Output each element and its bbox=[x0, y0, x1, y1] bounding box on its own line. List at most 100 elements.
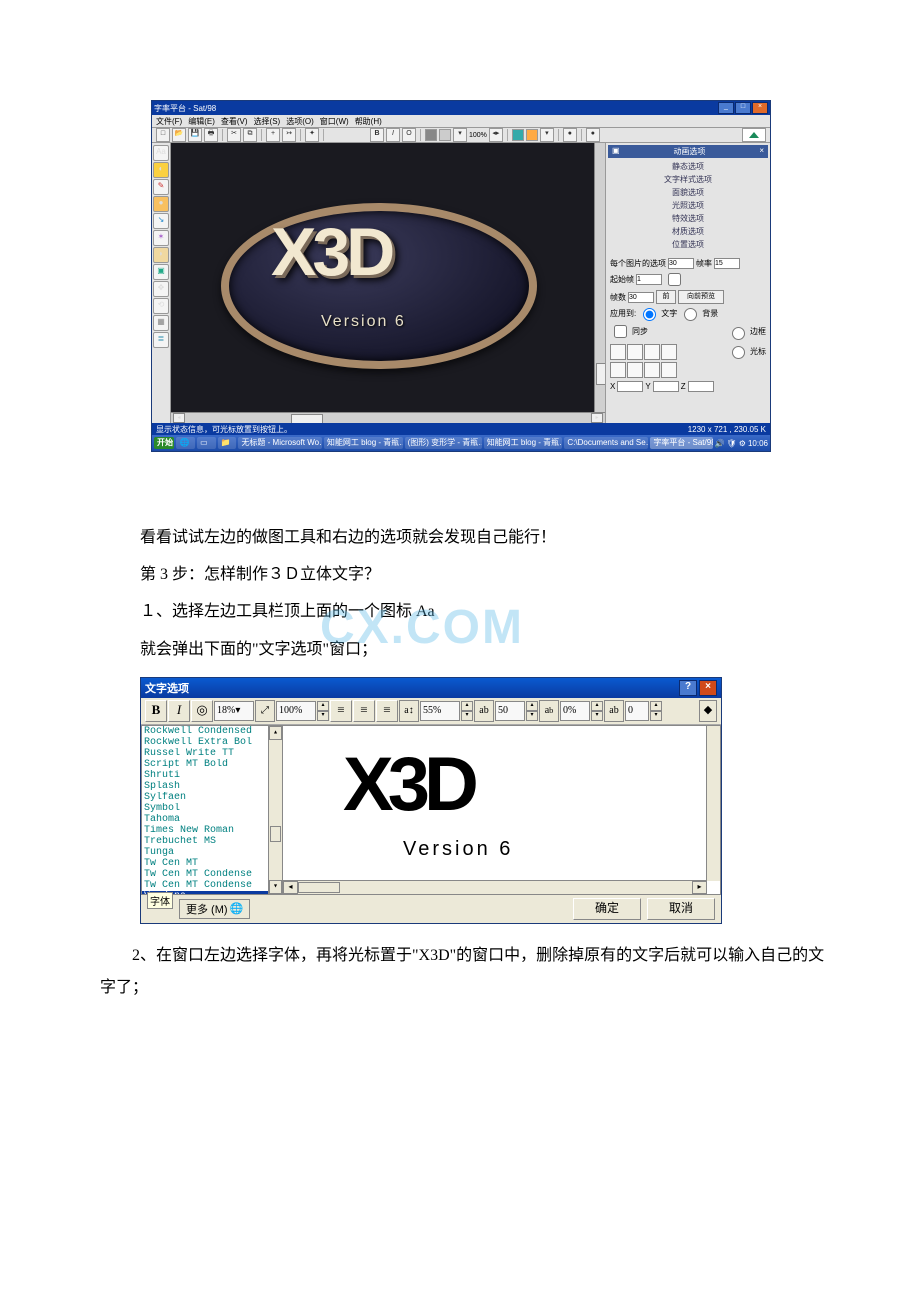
text-preview[interactable]: X3D Version 6 ◂▸ bbox=[283, 725, 721, 895]
startframe-input[interactable] bbox=[636, 274, 662, 285]
panel-item-static[interactable]: 静态选项 bbox=[608, 160, 768, 173]
coord-z-input[interactable] bbox=[688, 381, 714, 392]
tb-fill-swatch[interactable] bbox=[425, 129, 437, 141]
tb-drop3-icon[interactable]: ● bbox=[563, 128, 577, 142]
tb-stroke-swatch[interactable] bbox=[439, 129, 451, 141]
font-list-scrollbar[interactable]: ▴▾ bbox=[268, 726, 282, 894]
menu-edit[interactable]: 编辑(E) bbox=[188, 116, 215, 127]
font-option[interactable]: Trebuchet MS bbox=[142, 836, 282, 847]
panel-toggle-icon[interactable]: ▣ bbox=[612, 146, 620, 157]
menu-help[interactable]: 帮助(H) bbox=[355, 116, 382, 127]
font-option[interactable]: Tw Cen MT Condense bbox=[142, 869, 282, 880]
menu-file[interactable]: 文件(F) bbox=[156, 116, 182, 127]
track-input[interactable]: 50 bbox=[495, 701, 525, 721]
menu-options[interactable]: 选项(O) bbox=[286, 116, 314, 127]
border-radio[interactable] bbox=[732, 327, 745, 340]
bold-button[interactable]: B bbox=[145, 700, 167, 722]
magic-tool-icon[interactable]: ✶ bbox=[153, 230, 169, 246]
tray-icon-2[interactable]: 🛡 bbox=[727, 439, 737, 448]
cursor-radio[interactable] bbox=[732, 346, 745, 359]
sync-checkbox[interactable] bbox=[614, 325, 627, 338]
apply-text-radio[interactable] bbox=[643, 308, 656, 321]
tb-copy-icon[interactable]: ⧉ bbox=[243, 128, 257, 142]
sub-input[interactable]: 0% bbox=[560, 701, 590, 721]
tb-plus-icon[interactable]: + bbox=[266, 128, 280, 142]
layers-tool-icon[interactable]: ≣ bbox=[153, 332, 169, 348]
outline-button[interactable]: ◎ bbox=[191, 700, 213, 722]
tb-new-icon[interactable]: □ bbox=[156, 128, 170, 142]
font-option[interactable]: Sylfaen bbox=[142, 792, 282, 803]
more-fonts-button[interactable]: 更多 (M)🌐 bbox=[179, 899, 250, 919]
ql-ie-icon[interactable]: 🌐 bbox=[176, 437, 195, 449]
canvas-hscroll[interactable]: ◂ ▸ bbox=[171, 412, 605, 423]
move-tool-icon[interactable]: ✥ bbox=[153, 281, 169, 297]
preview-hscroll[interactable]: ◂▸ bbox=[283, 880, 707, 894]
font-option[interactable]: Tahoma bbox=[142, 814, 282, 825]
canvas[interactable]: X3D Version 6 ◂ ▸ bbox=[171, 143, 605, 423]
menu-select[interactable]: 选择(S) bbox=[254, 116, 281, 127]
font-option[interactable]: Rockwell Condensed bbox=[142, 726, 282, 737]
font-option[interactable]: Symbol bbox=[142, 803, 282, 814]
ql-folder-icon[interactable]: 📁 bbox=[218, 437, 237, 449]
size-select[interactable]: 18% ▾ bbox=[214, 701, 254, 721]
prev-nav-button[interactable]: ◆ bbox=[699, 700, 717, 722]
panel-item-light[interactable]: 光照选项 bbox=[608, 199, 768, 212]
sub-spinner[interactable]: ▴▾ bbox=[591, 701, 603, 721]
taskbar-item-1[interactable]: 无标题 - Microsoft Wo… bbox=[238, 437, 321, 449]
align-right-button[interactable]: ≡ bbox=[376, 700, 398, 722]
tb-dropdown-icon[interactable]: ▾ bbox=[453, 128, 467, 142]
taskbar-item-3[interactable]: (图形) 变形学 - 青瓶… bbox=[405, 437, 482, 449]
kern-spinner[interactable]: ▴▾ bbox=[461, 701, 473, 721]
italic-button[interactable]: I bbox=[168, 700, 190, 722]
panel-item-effect[interactable]: 特效选项 bbox=[608, 212, 768, 225]
start-button[interactable]: 开始 bbox=[154, 437, 174, 449]
coord-x-input[interactable] bbox=[617, 381, 643, 392]
preset-7[interactable] bbox=[644, 362, 660, 378]
taskbar-item-5[interactable]: C:\Documents and Se… bbox=[564, 437, 648, 449]
rotate-tool-icon[interactable]: ⟲ bbox=[153, 298, 169, 314]
canvas-vscroll[interactable] bbox=[594, 143, 605, 413]
color-tool-icon[interactable]: ◐ bbox=[153, 162, 169, 178]
preview-vscroll[interactable] bbox=[706, 726, 720, 881]
brush-tool-icon[interactable]: ✎ bbox=[153, 179, 169, 195]
tb-open-icon[interactable]: 📂 bbox=[172, 128, 186, 142]
font-option[interactable]: Script MT Bold bbox=[142, 759, 282, 770]
align-center-button[interactable]: ≡ bbox=[353, 700, 375, 722]
preview-button[interactable]: 向前预览 bbox=[678, 290, 724, 304]
dialog-help-button[interactable]: ? bbox=[679, 680, 697, 696]
panel-item-position[interactable]: 位置选项 bbox=[608, 238, 768, 251]
font-option[interactable]: Times New Roman bbox=[142, 825, 282, 836]
tb-arrow-icon[interactable]: ↣ bbox=[282, 128, 296, 142]
cube-tool-icon[interactable]: ▣ bbox=[153, 264, 169, 280]
menu-view[interactable]: 查看(V) bbox=[221, 116, 248, 127]
tb-drop2-icon[interactable]: ▾ bbox=[540, 128, 554, 142]
apply-bg-radio[interactable] bbox=[684, 308, 697, 321]
panel-item-face[interactable]: 面貌选项 bbox=[608, 186, 768, 199]
fps-input[interactable] bbox=[714, 258, 740, 269]
font-option[interactable]: Tw Cen MT bbox=[142, 858, 282, 869]
dialog-close-button[interactable]: × bbox=[699, 680, 717, 696]
minimize-button[interactable]: _ bbox=[718, 102, 734, 114]
preset-6[interactable] bbox=[627, 362, 643, 378]
lead-spinner[interactable]: ▴▾ bbox=[650, 701, 662, 721]
menu-window[interactable]: 窗口(W) bbox=[320, 116, 349, 127]
coord-y-input[interactable] bbox=[653, 381, 679, 392]
font-option[interactable]: Tw Cen MT Condense bbox=[142, 880, 282, 891]
tb-bold-icon[interactable]: B bbox=[370, 128, 384, 142]
font-option[interactable]: Rockwell Extra Bol bbox=[142, 737, 282, 748]
ql-desktop-icon[interactable]: ▭ bbox=[197, 437, 216, 449]
tb-italic-icon[interactable]: I bbox=[386, 128, 400, 142]
tb-color1-swatch[interactable] bbox=[512, 129, 524, 141]
text-tool-icon[interactable]: Aa bbox=[153, 145, 169, 161]
preset-3[interactable] bbox=[644, 344, 660, 360]
taskbar-item-6[interactable]: 字率平台 - Sat/98 bbox=[650, 437, 712, 449]
frames-per-image-input[interactable] bbox=[668, 258, 694, 269]
shape-tool-icon[interactable]: ◗ bbox=[153, 247, 169, 263]
tb-save-icon[interactable]: 💾 bbox=[188, 128, 202, 142]
panel-item-textstyle[interactable]: 文字样式选项 bbox=[608, 173, 768, 186]
grid-tool-icon[interactable]: ▦ bbox=[153, 315, 169, 331]
tb-drop4-icon[interactable]: ● bbox=[586, 128, 600, 142]
maximize-button[interactable]: □ bbox=[735, 102, 751, 114]
scale-spinner[interactable]: ▴▾ bbox=[317, 701, 329, 721]
font-option[interactable]: Splash bbox=[142, 781, 282, 792]
